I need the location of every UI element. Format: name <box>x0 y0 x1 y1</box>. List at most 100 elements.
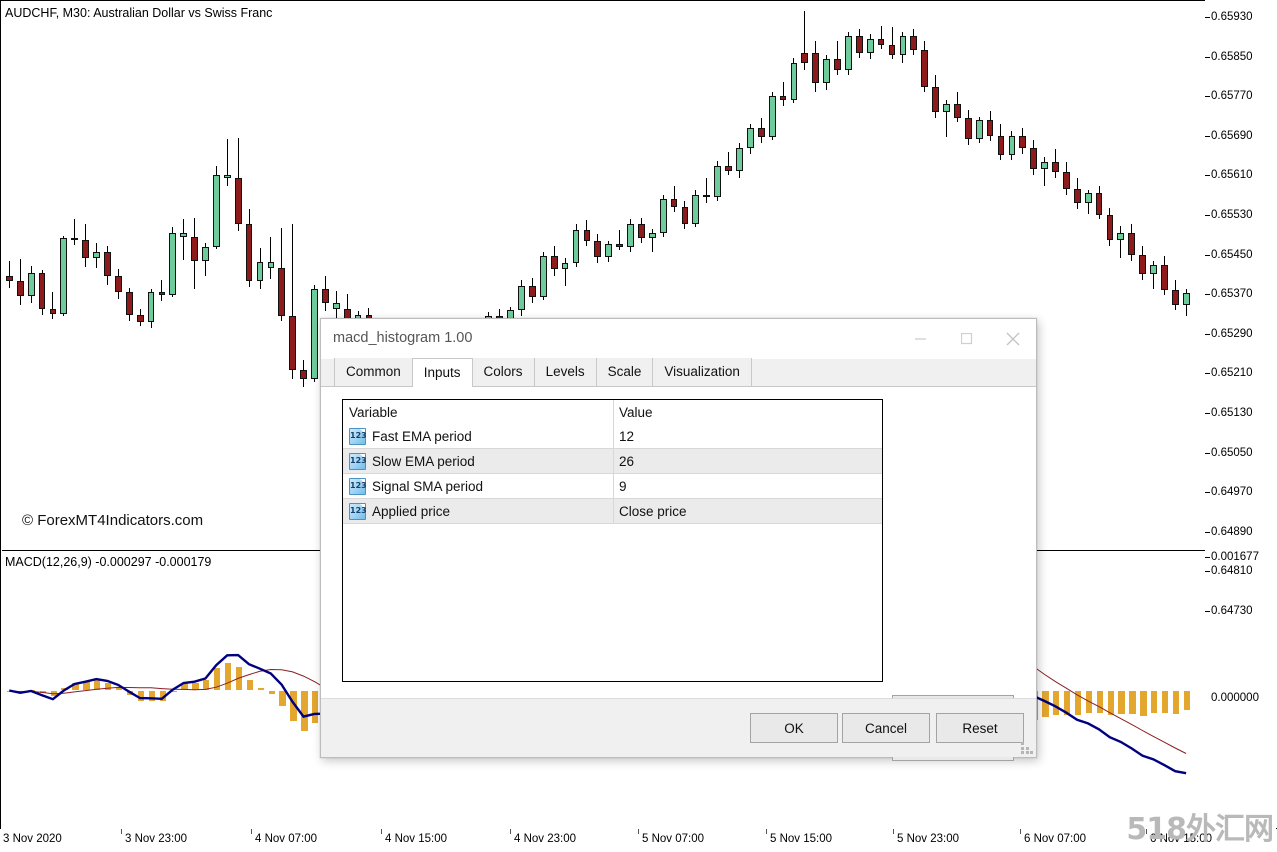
cancel-button[interactable]: Cancel <box>842 713 930 743</box>
indicator-properties-dialog[interactable]: macd_histogram 1.00 Common InputsColorsLe… <box>320 318 1037 758</box>
candle-body <box>1085 193 1092 203</box>
table-row[interactable]: Slow EMA period26 <box>343 449 882 474</box>
candle-body <box>1041 162 1048 169</box>
time-tick-mark <box>893 829 894 834</box>
price-tick-label: 0.65130 <box>1211 407 1253 419</box>
tab-common[interactable]: Common <box>334 358 413 386</box>
candle-body <box>573 230 580 263</box>
value-cell[interactable]: Close price <box>613 504 882 519</box>
candle-body <box>562 263 569 269</box>
candle-body <box>943 104 950 112</box>
grip-dot <box>1021 751 1024 754</box>
time-axis[interactable]: 3 Nov 20203 Nov 23:004 Nov 07:004 Nov 15… <box>0 829 1277 852</box>
candle-body <box>1030 148 1037 169</box>
candlestick <box>1063 2 1070 550</box>
variable-label: Applied price <box>372 504 450 519</box>
candle-body <box>867 39 874 53</box>
candle-body <box>1009 136 1016 156</box>
tab-inputs[interactable]: Inputs <box>412 358 473 387</box>
time-tick-label: 3 Nov 23:00 <box>125 833 187 845</box>
candlestick <box>159 2 166 550</box>
price-tick: 0.65370 <box>1205 288 1277 302</box>
candle-wick <box>837 41 838 75</box>
candle-wick <box>161 280 162 301</box>
mt4-chart-window: AUDCHF, M30: Australian Dollar vs Swiss … <box>0 0 1277 852</box>
table-row[interactable]: Signal SMA period 9 <box>343 474 882 499</box>
candlestick <box>202 2 209 550</box>
price-tick: 0.64810 <box>1205 565 1277 579</box>
close-icon[interactable] <box>990 319 1036 359</box>
candle-body <box>1052 162 1059 172</box>
price-tick: 0.64890 <box>1205 526 1277 540</box>
tab-colors[interactable]: Colors <box>472 358 535 386</box>
price-tick-label: 0.65530 <box>1211 209 1253 221</box>
candle-body <box>856 36 863 52</box>
candlestick <box>1052 2 1059 550</box>
candlestick <box>224 2 231 550</box>
candle-body <box>954 104 961 118</box>
price-tick-label: 0.65930 <box>1211 11 1253 23</box>
table-row[interactable]: Applied price Close price <box>343 499 882 524</box>
candle-body <box>1139 255 1146 274</box>
candle-body <box>148 292 155 322</box>
candle-body <box>311 289 318 379</box>
candlestick <box>311 2 318 550</box>
candlestick <box>246 2 253 550</box>
price-tick: 0.65530 <box>1205 209 1277 223</box>
candlestick <box>268 2 275 550</box>
time-tick-mark <box>1146 829 1147 834</box>
reset-button[interactable]: Reset <box>936 713 1024 743</box>
tab-levels[interactable]: Levels <box>534 358 597 386</box>
time-tick-label: 4 Nov 23:00 <box>514 833 576 845</box>
candle-body <box>169 233 176 295</box>
time-tick-label: 5 Nov 23:00 <box>897 833 959 845</box>
candle-body <box>812 53 819 83</box>
time-tick-label: 4 Nov 07:00 <box>255 833 317 845</box>
dialog-titlebar[interactable]: macd_histogram 1.00 <box>321 319 1036 359</box>
candle-body <box>1019 136 1026 149</box>
dialog-tabstrip[interactable]: Common InputsColorsLevelsScaleVisualizati… <box>321 359 1036 387</box>
candlestick <box>235 2 242 550</box>
grip-dot <box>1026 747 1029 750</box>
candle-body <box>845 36 852 69</box>
candlestick <box>1161 2 1168 550</box>
candle-wick <box>706 178 707 204</box>
candlestick <box>1128 2 1135 550</box>
variable-label: Signal SMA period <box>372 479 483 494</box>
inputs-table[interactable]: VariableValueFast EMA period12Slow EMA p… <box>342 399 883 682</box>
candle-body <box>300 370 307 379</box>
tab-visualization[interactable]: Visualization <box>652 358 752 386</box>
table-header-row: VariableValue <box>343 400 882 424</box>
value-cell[interactable]: 26 <box>613 454 882 469</box>
candle-wick <box>52 292 53 319</box>
candle-body <box>71 238 78 240</box>
price-tick: 0.65050 <box>1205 447 1277 461</box>
table-row[interactable]: Fast EMA period12 <box>343 424 882 449</box>
price-axis[interactable]: 0.659300.658500.657700.656900.656100.655… <box>1205 0 1277 828</box>
price-tick: 0.65450 <box>1205 249 1277 263</box>
number-input-icon <box>349 428 366 445</box>
grip-dot <box>1021 742 1024 745</box>
time-tick-mark <box>251 829 252 834</box>
price-tick: 0.65290 <box>1205 328 1277 342</box>
candle-wick <box>74 219 75 245</box>
resize-grip[interactable] <box>1021 742 1033 754</box>
tab-label: Common <box>346 364 401 379</box>
price-tick-label: 0.65610 <box>1211 169 1253 181</box>
tab-scale[interactable]: Scale <box>596 358 654 386</box>
value-cell[interactable]: 9 <box>613 479 882 494</box>
candlestick <box>180 2 187 550</box>
price-tick-label: 0.64730 <box>1211 605 1253 617</box>
macd-indicator-label: MACD(12,26,9) -0.000297 -0.000179 <box>5 555 211 569</box>
candlestick <box>93 2 100 550</box>
candle-body <box>1183 293 1190 305</box>
value-cell[interactable]: 12 <box>613 429 882 444</box>
minimize-icon[interactable] <box>898 319 944 359</box>
copyright-watermark: © ForexMT4Indicators.com <box>22 512 203 529</box>
candle-body <box>900 36 907 55</box>
maximize-icon[interactable] <box>944 319 990 359</box>
candle-body <box>692 195 699 224</box>
candlestick <box>39 2 46 550</box>
candle-body <box>921 50 928 87</box>
ok-button[interactable]: OK <box>750 713 838 743</box>
